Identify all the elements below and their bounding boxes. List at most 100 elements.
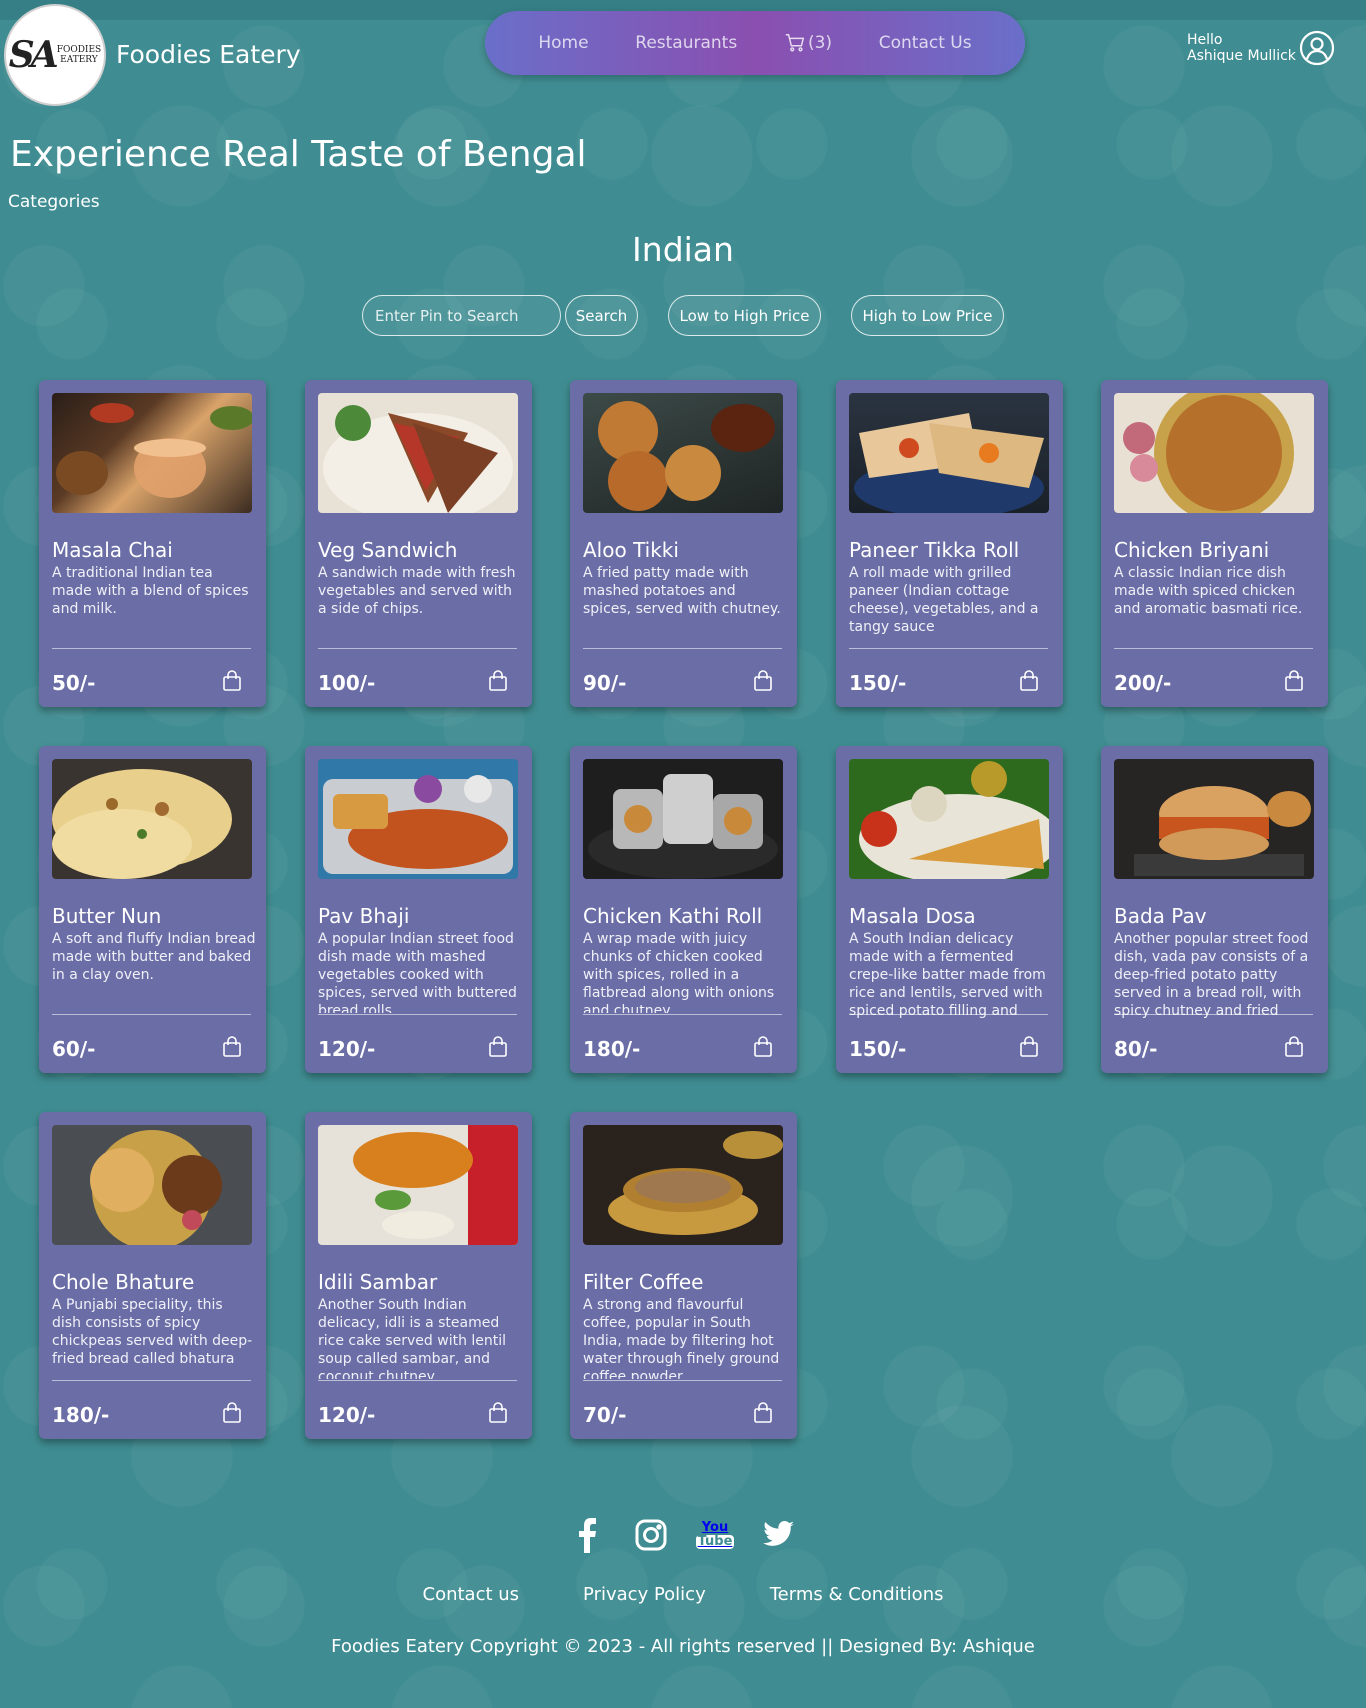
food-card[interactable]: Aloo Tikki A fried patty made with mashe… (570, 380, 797, 707)
food-image (318, 393, 518, 513)
filter-coffee-illustration (608, 1131, 783, 1235)
pav-bhaji-illustration (323, 775, 513, 874)
food-name: Masala Dosa (849, 904, 976, 928)
food-price: 90/- (583, 671, 627, 695)
food-name: Pav Bhaji (318, 904, 410, 928)
food-image (318, 759, 518, 879)
food-price: 60/- (52, 1037, 96, 1061)
logo-line1: FOODIES (56, 45, 102, 55)
sandwich-illustration (323, 405, 513, 513)
food-price: 120/- (318, 1037, 376, 1061)
footer-terms-link[interactable]: Terms & Conditions (770, 1584, 944, 1605)
shopping-bag-icon[interactable] (488, 1036, 508, 1058)
food-image (583, 393, 783, 513)
card-divider (1114, 1014, 1313, 1015)
food-card[interactable]: Chole Bhature A Punjabi speciality, this… (39, 1112, 266, 1439)
shopping-bag-icon[interactable] (488, 1402, 508, 1424)
food-name: Veg Sandwich (318, 538, 458, 562)
nav-restaurants[interactable]: Restaurants (635, 33, 737, 53)
card-divider (52, 648, 251, 649)
logo-text: FOODIES EATERY (57, 45, 102, 65)
food-name: Masala Chai (52, 538, 173, 562)
food-card[interactable]: Idili Sambar Another South Indian delica… (305, 1112, 532, 1439)
naan-illustration (52, 769, 232, 879)
brand-logo[interactable]: SA FOODIES EATERY (4, 4, 106, 106)
food-card[interactable]: Veg Sandwich A sandwich made with fresh … (305, 380, 532, 707)
food-card[interactable]: Filter Coffee A strong and flavourful co… (570, 1112, 797, 1439)
food-card[interactable]: Butter Nun A soft and fluffy Indian brea… (39, 746, 266, 1073)
shopping-bag-icon[interactable] (1019, 1036, 1039, 1058)
footer-contact-link[interactable]: Contact us (423, 1584, 520, 1605)
idli-sambar-illustration (353, 1125, 518, 1245)
facebook-icon[interactable] (570, 1515, 604, 1555)
nav-home[interactable]: Home (538, 33, 588, 53)
shopping-bag-icon[interactable] (753, 670, 773, 692)
food-image (318, 1125, 518, 1245)
pin-search-field[interactable] (362, 295, 561, 336)
card-divider (52, 1014, 251, 1015)
card-divider (318, 1014, 517, 1015)
instagram-icon[interactable] (634, 1515, 668, 1555)
food-price: 100/- (318, 671, 376, 695)
shopping-bag-icon[interactable] (488, 670, 508, 692)
shopping-bag-icon[interactable] (753, 1036, 773, 1058)
food-card[interactable]: Chicken Briyani A classic Indian rice di… (1101, 380, 1328, 707)
card-divider (318, 1380, 517, 1381)
food-name: Chole Bhature (52, 1270, 195, 1294)
dosa-illustration (859, 761, 1049, 879)
food-card[interactable]: Masala Chai A traditional Indian tea mad… (39, 380, 266, 707)
food-name: Idili Sambar (318, 1270, 438, 1294)
high-to-low-button[interactable]: High to Low Price (851, 295, 1004, 336)
brand-name[interactable]: Foodies Eatery (116, 40, 301, 69)
footer-privacy-link[interactable]: Privacy Policy (583, 1584, 706, 1605)
card-divider (583, 1014, 782, 1015)
shopping-bag-icon[interactable] (222, 670, 242, 692)
food-description: A roll made with grilled paneer (Indian … (849, 565, 1039, 635)
food-name: Bada Pav (1114, 904, 1207, 928)
vada-pav-illustration (1134, 786, 1311, 876)
nav-cart[interactable]: (3) (784, 32, 832, 54)
low-to-high-button[interactable]: Low to High Price (668, 295, 821, 336)
food-price: 70/- (583, 1403, 627, 1427)
shopping-bag-icon[interactable] (222, 1036, 242, 1058)
food-name: Paneer Tikka Roll (849, 538, 1020, 562)
shopping-bag-icon[interactable] (1284, 670, 1304, 692)
shopping-bag-icon[interactable] (222, 1402, 242, 1424)
categories-label[interactable]: Categories (8, 192, 100, 212)
food-image (583, 759, 783, 879)
card-divider (52, 1380, 251, 1381)
food-image (583, 1125, 783, 1245)
food-name: Butter Nun (52, 904, 162, 928)
food-description: A classic Indian rice dish made with spi… (1114, 565, 1303, 617)
food-card[interactable]: Masala Dosa A South Indian delicacy made… (836, 746, 1063, 1073)
search-button[interactable]: Search (565, 295, 638, 336)
shopping-bag-icon[interactable] (1284, 1036, 1304, 1058)
pin-search-input[interactable] (363, 306, 560, 325)
youtube-icon[interactable]: You Tube (695, 1515, 735, 1555)
food-price: 180/- (583, 1037, 641, 1061)
twitter-icon[interactable] (762, 1515, 796, 1555)
food-card[interactable]: Chicken Kathi Roll A wrap made with juic… (570, 746, 797, 1073)
copyright-text: Foodies Eatery Copyright © 2023 - All ri… (331, 1636, 1035, 1657)
food-image (52, 759, 252, 879)
user-avatar-icon[interactable] (1299, 30, 1335, 66)
food-description: A traditional Indian tea made with a ble… (52, 565, 249, 617)
logo-line2: EATERY (60, 55, 98, 65)
food-image (849, 759, 1049, 879)
food-description: A wrap made with juicy chunks of chicken… (583, 931, 775, 1013)
food-card[interactable]: Paneer Tikka Roll A roll made with grill… (836, 380, 1063, 707)
card-divider (849, 648, 1048, 649)
food-card[interactable]: Bada Pav Another popular street food dis… (1101, 746, 1328, 1073)
main-nav: Home Restaurants (3) Contact Us (485, 11, 1025, 75)
nav-contact[interactable]: Contact Us (879, 33, 972, 53)
footer-links: Contact us Privacy Policy Terms & Condit… (0, 1584, 1366, 1605)
food-card[interactable]: Pav Bhaji A popular Indian street food d… (305, 746, 532, 1073)
shopping-bag-icon[interactable] (753, 1402, 773, 1424)
food-description: A popular Indian street food dish made w… (318, 931, 517, 1013)
food-price: 180/- (52, 1403, 110, 1427)
youtube-text-bottom: Tube (695, 1534, 735, 1549)
shopping-bag-icon[interactable] (1019, 670, 1039, 692)
food-name: Chicken Kathi Roll (583, 904, 763, 928)
card-divider (583, 1380, 782, 1381)
social-links: You Tube (0, 1515, 1366, 1555)
